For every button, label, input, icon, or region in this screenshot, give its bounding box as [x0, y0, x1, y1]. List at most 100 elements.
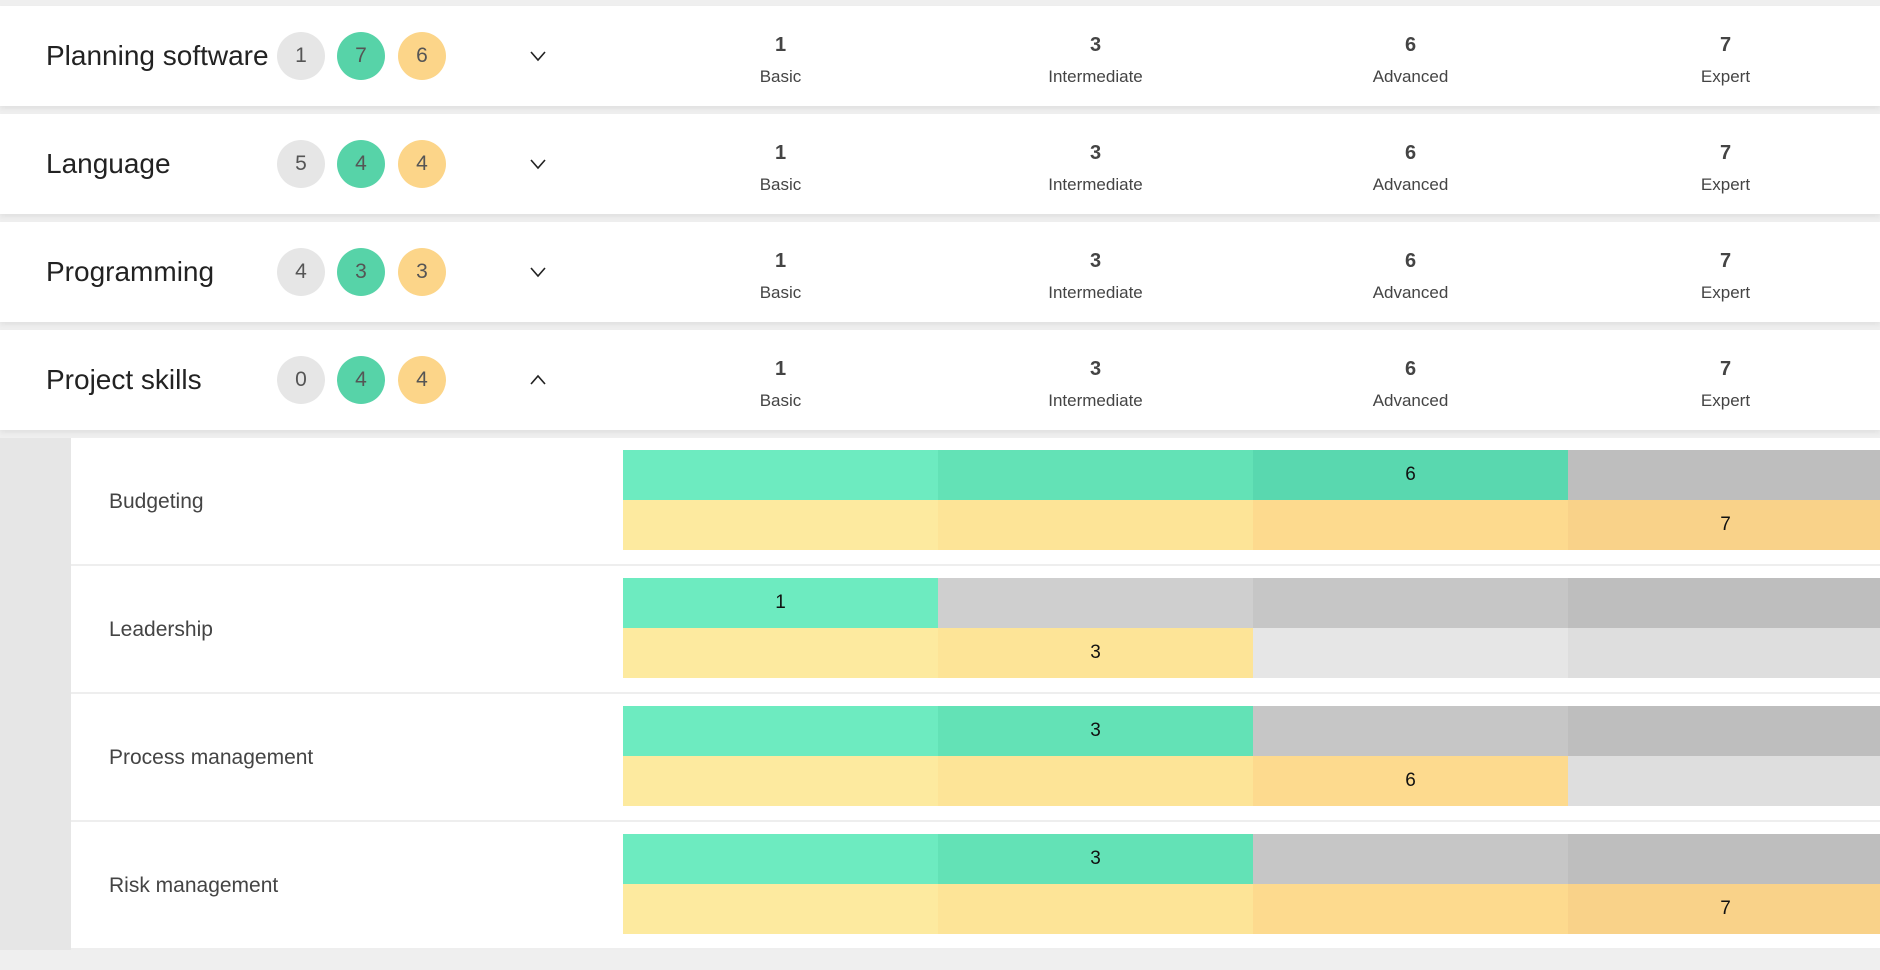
level-label: Advanced [1372, 391, 1449, 410]
level-header: 1 Basic [623, 142, 938, 195]
chevron-down-icon[interactable] [528, 154, 548, 174]
yellow-bar-cell [938, 884, 1253, 934]
skill-name: Risk management [109, 874, 279, 897]
level-header: 7 Expert [1568, 358, 1880, 411]
skill-name: Leadership [109, 618, 213, 641]
level-label: Expert [1700, 391, 1751, 410]
level-label: Basic [759, 67, 802, 86]
level-value: 3 [1089, 34, 1102, 56]
green-bar-cell [623, 706, 938, 756]
chevron-down-icon[interactable] [528, 46, 548, 66]
level-label: Expert [1700, 283, 1751, 302]
self-count-badge: 3 [337, 248, 385, 296]
level-label: Expert [1700, 67, 1751, 86]
yellow-bar-cell: 7 [1568, 500, 1880, 550]
yellow-bar-cell [1253, 500, 1568, 550]
green-bar-cell [623, 450, 938, 500]
level-header: 7 Expert [1568, 34, 1880, 87]
category-title: Programming [46, 256, 215, 287]
level-label: Advanced [1372, 67, 1449, 86]
level-label: Intermediate [1048, 283, 1143, 302]
green-bar-cell [1253, 578, 1568, 628]
level-label: Intermediate [1048, 175, 1143, 194]
level-value: 6 [1404, 358, 1417, 380]
level-value: 1 [774, 250, 787, 272]
level-header: 1 Basic [623, 34, 938, 87]
yellow-bar-cell: 6 [1253, 756, 1568, 806]
green-bar-cell [938, 578, 1253, 628]
category-row[interactable]: Project skills 0 4 4 1 Basic 3 Intermediate 6 Adv… [0, 330, 1880, 430]
category-row[interactable]: Programming 4 3 3 1 Basic 3 Intermediate 6 Advanc… [0, 222, 1880, 322]
green-bar-cell: 3 [938, 834, 1253, 884]
category-row[interactable]: Planning software 1 7 6 1 Basic 3 Intermediate 6… [0, 6, 1880, 106]
yellow-bar-cell [938, 500, 1253, 550]
yellow-bar-cell [623, 500, 938, 550]
skill-row: Process management 3 6 [71, 694, 1880, 822]
level-value: 1 [774, 358, 787, 380]
required-count-badge: 6 [398, 32, 446, 80]
category-row[interactable]: Language 5 4 4 1 Basic 3 Intermediate 6 Advanced 7… [0, 114, 1880, 214]
level-header: 3 Intermediate [938, 142, 1253, 195]
level-label: Basic [759, 175, 802, 194]
green-bar-cell [1253, 706, 1568, 756]
yellow-bar-cell [1253, 884, 1568, 934]
yellow-bar-cell: 3 [938, 628, 1253, 678]
yellow-bar-cell [1568, 756, 1880, 806]
level-value: 7 [1719, 142, 1732, 164]
level-header: 6 Advanced [1253, 34, 1568, 87]
missing-count-badge: 4 [277, 248, 325, 296]
yellow-bar-cell [623, 756, 938, 806]
self-count-badge: 4 [337, 356, 385, 404]
self-count-badge: 4 [337, 140, 385, 188]
required-count-badge: 4 [398, 140, 446, 188]
skill-row: Leadership 1 3 [71, 566, 1880, 694]
level-header: 7 Expert [1568, 250, 1880, 303]
yellow-bar-cell [1253, 628, 1568, 678]
required-count-badge: 3 [398, 248, 446, 296]
skill-row: Risk management 3 7 [71, 822, 1880, 950]
level-value: 6 [1404, 34, 1417, 56]
skill-name: Budgeting [109, 490, 204, 513]
level-value: 1 [774, 34, 787, 56]
level-value: 7 [1719, 34, 1732, 56]
level-header: 3 Intermediate [938, 34, 1253, 87]
skills-panel: Budgeting 6 7 Leadership 1 3 Process managemen… [71, 438, 1880, 950]
green-bar-cell [1568, 706, 1880, 756]
level-label: Advanced [1372, 175, 1449, 194]
level-value: 3 [1089, 250, 1102, 272]
green-bar-cell [1253, 834, 1568, 884]
chevron-up-icon[interactable] [528, 370, 548, 390]
level-label: Advanced [1372, 283, 1449, 302]
level-header: 3 Intermediate [938, 250, 1253, 303]
green-bar-cell [1568, 834, 1880, 884]
green-bar-cell: 3 [938, 706, 1253, 756]
green-bar-cell: 1 [623, 578, 938, 628]
level-header: 6 Advanced [1253, 142, 1568, 195]
green-bar-cell: 6 [1253, 450, 1568, 500]
level-label: Intermediate [1048, 67, 1143, 86]
level-label: Intermediate [1048, 391, 1143, 410]
yellow-bar-cell: 7 [1568, 884, 1880, 934]
self-count-badge: 7 [337, 32, 385, 80]
level-value: 1 [774, 142, 787, 164]
level-value: 3 [1089, 142, 1102, 164]
yellow-bar-cell [938, 756, 1253, 806]
level-header: 1 Basic [623, 250, 938, 303]
green-bar-cell [623, 834, 938, 884]
green-bar-cell [1568, 578, 1880, 628]
skill-name: Process management [109, 746, 314, 769]
green-bar-cell [1568, 450, 1880, 500]
level-label: Basic [759, 283, 802, 302]
yellow-bar-cell [1568, 628, 1880, 678]
level-header: 6 Advanced [1253, 358, 1568, 411]
category-title: Planning software [46, 40, 269, 71]
level-header: 1 Basic [623, 358, 938, 411]
chevron-down-icon[interactable] [528, 262, 548, 282]
missing-count-badge: 0 [277, 356, 325, 404]
level-value: 6 [1404, 142, 1417, 164]
level-value: 6 [1404, 250, 1417, 272]
required-count-badge: 4 [398, 356, 446, 404]
missing-count-badge: 1 [277, 32, 325, 80]
level-header: 3 Intermediate [938, 358, 1253, 411]
level-header: 6 Advanced [1253, 250, 1568, 303]
